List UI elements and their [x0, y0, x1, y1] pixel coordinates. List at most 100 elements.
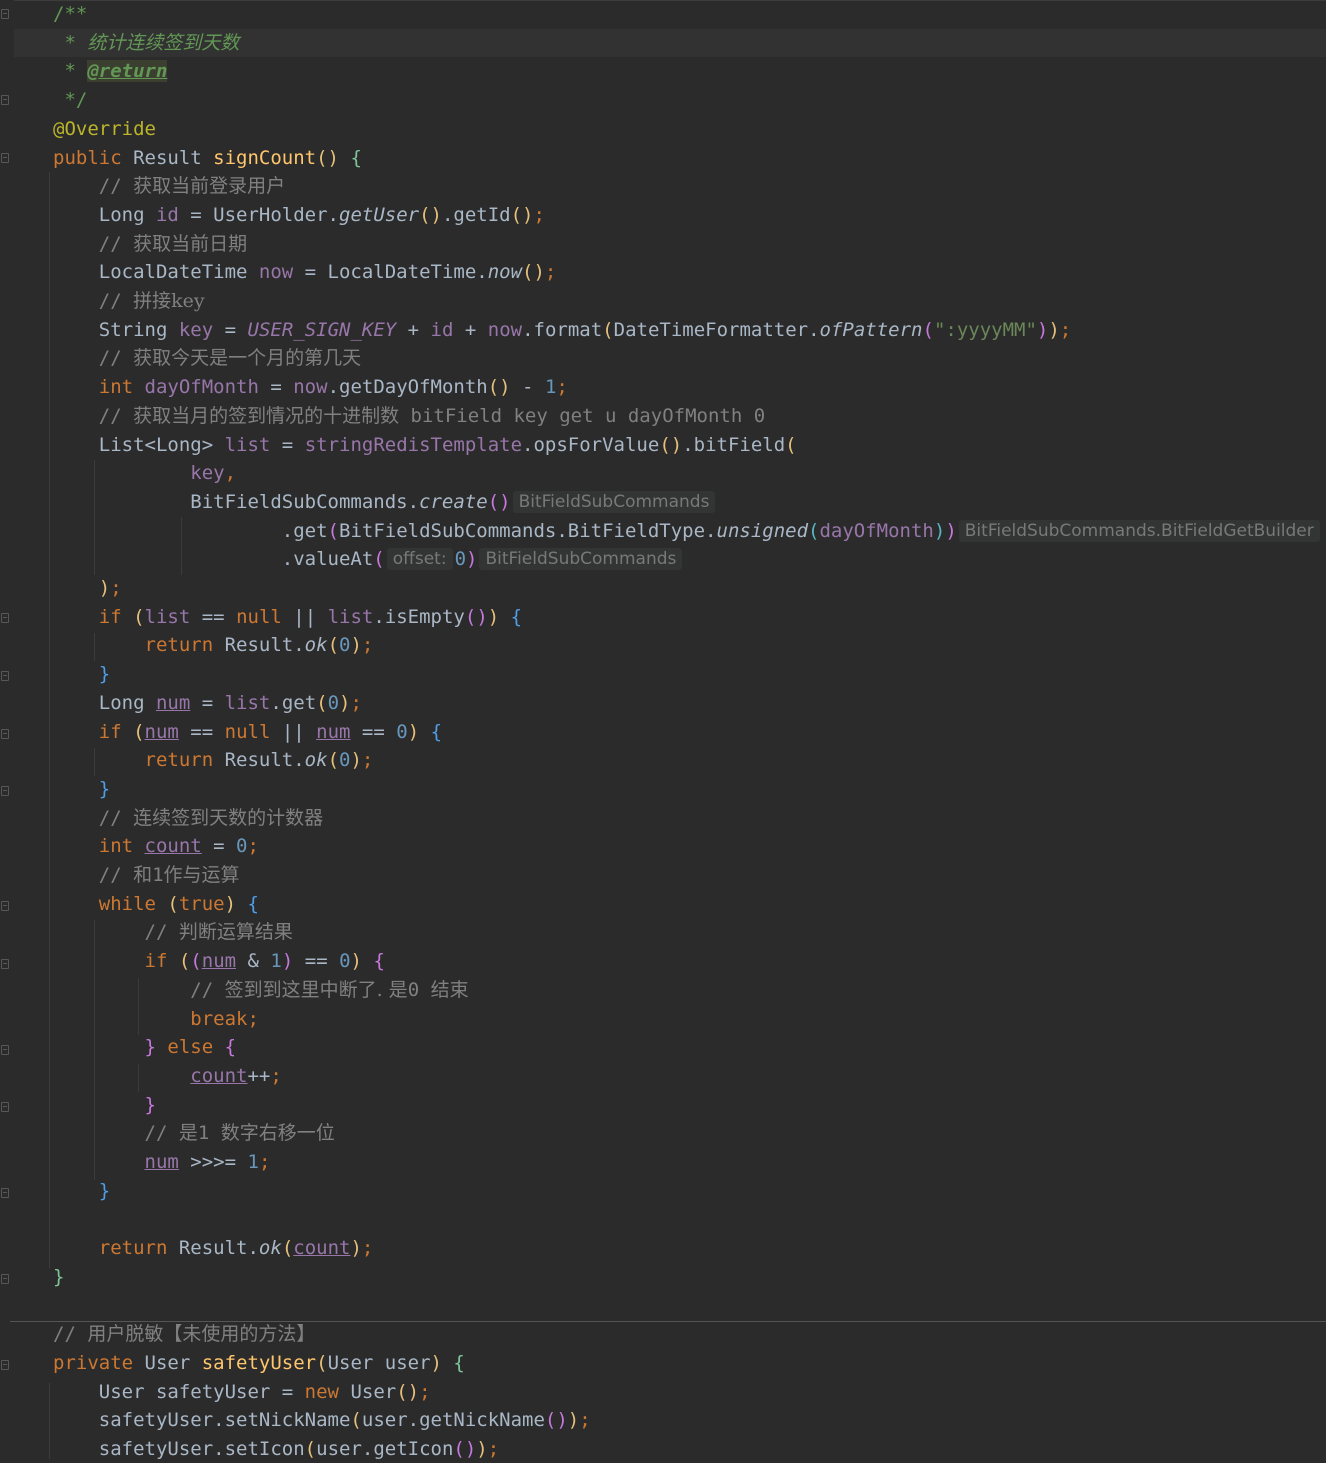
code-line[interactable]: .get(BitFieldSubCommands.BitFieldType.un…	[53, 517, 1322, 545]
code-line[interactable]: Long num = list.get(0);	[53, 689, 362, 717]
code-line[interactable]: // 拼接key	[53, 287, 205, 315]
code-token: Result.	[178, 1237, 259, 1260]
code-line[interactable]: // 获取当月的签到情况的十进制数 bitField key get u day…	[53, 402, 765, 430]
code-line[interactable]: }	[53, 1177, 110, 1205]
code-line[interactable]: } else {	[53, 1033, 237, 1061]
code-token: ||	[270, 720, 317, 743]
code-token: User	[144, 1351, 202, 1374]
code-line[interactable]: if (list == null || list.isEmpty()) {	[53, 603, 522, 631]
code-line[interactable]: @Override	[53, 115, 156, 143]
code-line[interactable]: // 和1作与运算	[53, 861, 240, 889]
code-line[interactable]: * @return	[53, 57, 168, 85]
code-line[interactable]: List<Long> list = stringRedisTemplate.op…	[53, 431, 797, 459]
code-line[interactable]: if (num == null || num == 0) {	[53, 718, 442, 746]
code-token: )	[567, 1409, 580, 1432]
code-token: safetyUser.setIcon	[53, 1438, 305, 1460]
code-token: ;	[247, 1007, 259, 1030]
fold-icon[interactable]	[1, 1274, 9, 1284]
code-line[interactable]: while (true) {	[53, 890, 259, 918]
code-line[interactable]: // 连续签到天数的计数器	[53, 804, 323, 832]
code-line[interactable]: // 判断运算结果	[53, 918, 293, 946]
indent-guide	[49, 172, 50, 1268]
code-token: (	[133, 605, 145, 628]
code-line[interactable]: }	[53, 660, 110, 688]
code-token: //	[53, 978, 225, 1001]
code-token: (	[281, 1237, 294, 1260]
code-line[interactable]: LocalDateTime now = LocalDateTime.now();	[53, 258, 557, 286]
fold-icon[interactable]	[1, 9, 9, 19]
code-token: //	[53, 864, 134, 886]
code-line[interactable]: }	[53, 1091, 156, 1119]
fold-icon[interactable]	[1, 613, 9, 623]
fold-icon[interactable]	[1, 1102, 9, 1112]
editor-gutter[interactable]	[0, 0, 14, 1459]
code-line[interactable]: // 获取今天是一个月的第几天	[53, 344, 361, 372]
code-line[interactable]: * 统计连续签到天数	[53, 29, 239, 57]
code-editor[interactable]: /** * 统计连续签到天数 * @return */ @Override publ…	[0, 0, 1326, 1460]
fold-icon[interactable]	[1, 901, 9, 911]
fold-icon[interactable]	[1, 1188, 9, 1198]
code-token: ;	[247, 835, 259, 858]
code-token: ":yyyyMM"	[933, 318, 1037, 341]
code-line[interactable]: return Result.ok(0);	[53, 746, 374, 774]
code-line[interactable]: int dayOfMonth = now.getDayOfMonth() - 1…	[53, 373, 568, 401]
code-line[interactable]: String key = USER_SIGN_KEY + id + now.fo…	[53, 316, 1072, 344]
fold-icon[interactable]	[1, 95, 9, 105]
fold-icon[interactable]	[1, 153, 9, 163]
code-line[interactable]: return Result.ok(count);	[53, 1234, 374, 1262]
code-line[interactable]: */	[53, 86, 87, 114]
code-token: count	[293, 1237, 351, 1260]
code-token: (	[350, 1409, 362, 1432]
code-token: )	[350, 950, 362, 973]
fold-icon[interactable]	[1, 729, 9, 739]
code-line[interactable]: BitFieldSubCommands.create() BitFieldSubC…	[53, 488, 717, 516]
code-token: 获取当前日期	[133, 232, 248, 255]
code-token: break	[53, 1007, 248, 1030]
code-line[interactable]: // 签到到这里中断了. 是0 结束	[53, 976, 468, 1004]
code-line[interactable]: return Result.ok(0);	[53, 631, 374, 659]
code-line[interactable]: private User safetyUser(User user) {	[53, 1349, 465, 1377]
code-line[interactable]: .valueAt(offset: 0) BitFieldSubCommands	[53, 545, 684, 573]
code-token: return	[53, 1237, 179, 1260]
code-token: //	[53, 232, 134, 255]
code-token: 0	[407, 978, 431, 1001]
code-token: )	[1036, 318, 1049, 341]
code-token: 拼接key	[133, 290, 205, 312]
code-token: ()	[419, 203, 442, 226]
code-token: )	[350, 1237, 362, 1260]
code-line[interactable]: User safetyUser = new User();	[53, 1378, 431, 1406]
code-line[interactable]: );	[53, 574, 122, 602]
code-token: int	[53, 835, 145, 858]
code-line[interactable]: }	[53, 775, 110, 803]
code-line[interactable]: // 用户脱敏【未使用的方法】	[53, 1320, 315, 1348]
code-line[interactable]: num >>>= 1;	[53, 1148, 271, 1176]
code-line[interactable]: Long id = UserHolder.getUser().getId();	[53, 201, 545, 229]
code-token: id	[155, 203, 179, 226]
code-line[interactable]: // 获取当前日期	[53, 230, 247, 258]
code-line[interactable]: /**	[53, 0, 87, 28]
fold-icon[interactable]	[1, 786, 9, 796]
code-token: 0	[396, 720, 408, 743]
code-token: 1	[247, 1151, 259, 1173]
code-token: =	[258, 376, 294, 399]
code-line[interactable]: }	[53, 1263, 64, 1291]
code-line[interactable]: break;	[53, 1005, 259, 1033]
code-token: )	[407, 720, 420, 743]
code-token: now	[487, 261, 523, 284]
code-token: 获取当前登录用户	[133, 175, 286, 198]
code-line[interactable]: safetyUser.setNickName(user.getNickName(…	[53, 1406, 591, 1434]
code-line[interactable]: // 获取当前登录用户	[53, 172, 285, 200]
fold-icon[interactable]	[1, 959, 9, 969]
code-line[interactable]: key,	[53, 459, 236, 487]
code-line[interactable]: public Result signCount() {	[53, 144, 362, 172]
fold-icon[interactable]	[1, 1360, 9, 1370]
code-line[interactable]: count++;	[53, 1062, 282, 1090]
code-line[interactable]: // 是1 数字右移一位	[53, 1119, 335, 1147]
code-line[interactable]: if ((num & 1) == 0) {	[53, 947, 385, 975]
code-line[interactable]: int count = 0;	[53, 832, 259, 860]
fold-icon[interactable]	[1, 671, 9, 681]
code-token: String	[53, 318, 179, 341]
fold-icon[interactable]	[1, 1045, 9, 1055]
